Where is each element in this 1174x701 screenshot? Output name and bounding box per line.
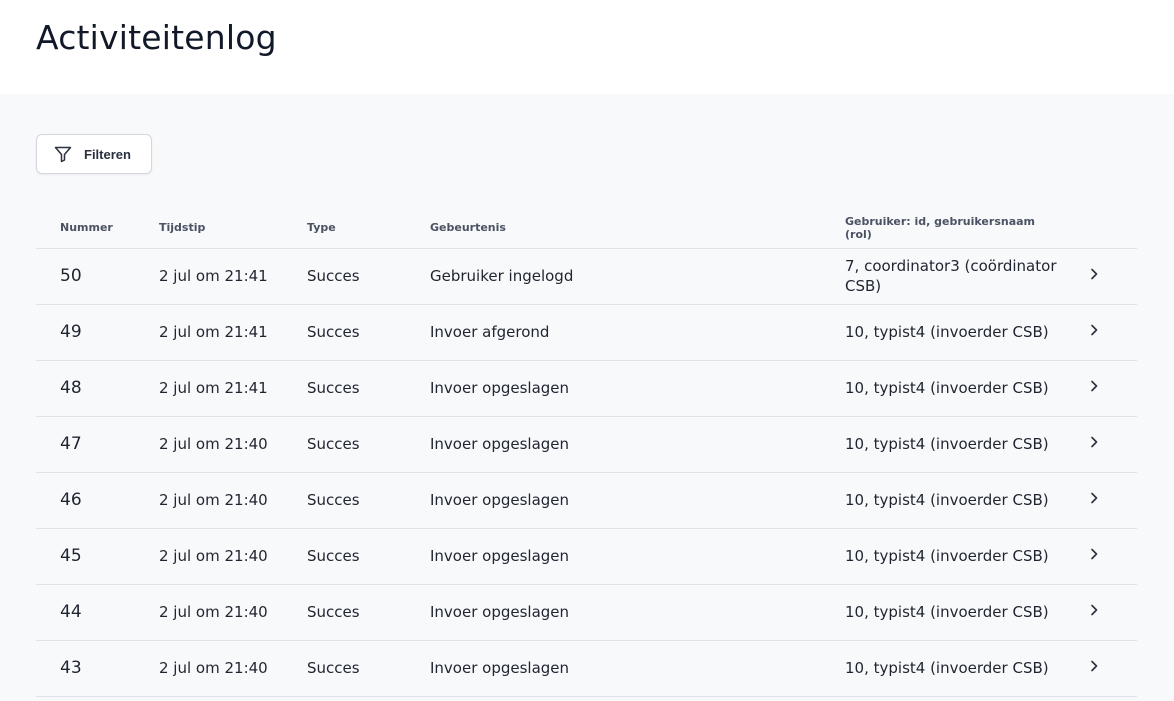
cell-open-details[interactable]: [1081, 584, 1137, 640]
cell-nummer: 45: [60, 546, 82, 566]
cell-gebeurtenis: Invoer opgeslagen: [430, 603, 570, 621]
cell-gebeurtenis: Invoer opgeslagen: [430, 491, 570, 509]
table-row[interactable]: 45 2 jul om 21:40 Succes Invoer opgeslag…: [36, 528, 1137, 584]
cell-open-details[interactable]: [1081, 640, 1137, 696]
table-header-row: Nummer Tijdstip Type Gebeurtenis Gebruik…: [36, 208, 1137, 249]
cell-gebeurtenis: Invoer opgeslagen: [430, 435, 570, 453]
table-row[interactable]: 50 2 jul om 21:41 Succes Gebruiker ingel…: [36, 248, 1137, 304]
cell-open-details[interactable]: [1081, 528, 1137, 584]
cell-open-details[interactable]: [1081, 472, 1137, 528]
table-row[interactable]: 48 2 jul om 21:41 Succes Invoer opgeslag…: [36, 360, 1137, 416]
page-header: Activiteitenlog: [0, 0, 1174, 94]
cell-tijdstip: 2 jul om 21:40: [159, 603, 268, 621]
cell-gebruiker: 10, typist4 (invoerder CSB): [845, 491, 1049, 509]
filter-label: Filteren: [84, 146, 131, 162]
filter-button[interactable]: Filteren: [36, 134, 152, 174]
cell-tijdstip: 2 jul om 21:40: [159, 659, 268, 677]
chevron-right-icon[interactable]: [1086, 658, 1102, 674]
activity-log-content: Filteren Nummer Tijdstip Type Gebeurteni…: [0, 94, 1174, 701]
column-header-type: Type: [307, 208, 430, 249]
cell-tijdstip: 2 jul om 21:41: [159, 379, 268, 397]
chevron-right-icon[interactable]: [1086, 602, 1102, 618]
cell-open-details[interactable]: [1081, 360, 1137, 416]
cell-open-details[interactable]: [1081, 416, 1137, 472]
cell-nummer: 49: [60, 322, 82, 342]
cell-gebruiker: 7, coordinator3 (coördinator CSB): [845, 257, 1057, 295]
page-title: Activiteitenlog: [36, 18, 277, 57]
cell-tijdstip: 2 jul om 21:41: [159, 267, 268, 285]
chevron-right-icon[interactable]: [1086, 378, 1102, 394]
cell-open-details[interactable]: [1081, 304, 1137, 360]
cell-nummer: 44: [60, 602, 82, 622]
cell-tijdstip: 2 jul om 21:40: [159, 491, 268, 509]
cell-tijdstip: 2 jul om 21:41: [159, 323, 268, 341]
cell-gebeurtenis: Invoer afgerond: [430, 323, 550, 341]
chevron-right-icon[interactable]: [1086, 322, 1102, 338]
cell-type: Succes: [307, 547, 360, 565]
column-header-nummer: Nummer: [36, 208, 159, 249]
cell-nummer: 43: [60, 658, 82, 678]
filter-icon: [53, 144, 73, 164]
cell-open-details[interactable]: [1081, 248, 1137, 304]
cell-nummer: 47: [60, 434, 82, 454]
cell-tijdstip: 2 jul om 21:40: [159, 435, 268, 453]
cell-tijdstip: 2 jul om 21:40: [159, 547, 268, 565]
cell-nummer: 50: [60, 266, 82, 286]
activity-log-table: Nummer Tijdstip Type Gebeurtenis Gebruik…: [36, 208, 1137, 697]
chevron-right-icon[interactable]: [1086, 266, 1102, 282]
cell-type: Succes: [307, 603, 360, 621]
table-row[interactable]: 49 2 jul om 21:41 Succes Invoer afgerond…: [36, 304, 1137, 360]
cell-gebeurtenis: Gebruiker ingelogd: [430, 267, 574, 285]
cell-nummer: 48: [60, 378, 82, 398]
cell-type: Succes: [307, 323, 360, 341]
cell-gebruiker: 10, typist4 (invoerder CSB): [845, 547, 1049, 565]
cell-type: Succes: [307, 267, 360, 285]
cell-gebeurtenis: Invoer opgeslagen: [430, 379, 570, 397]
cell-gebruiker: 10, typist4 (invoerder CSB): [845, 603, 1049, 621]
cell-gebruiker: 10, typist4 (invoerder CSB): [845, 323, 1049, 341]
table-header: Nummer Tijdstip Type Gebeurtenis Gebruik…: [36, 208, 1137, 249]
cell-gebeurtenis: Invoer opgeslagen: [430, 547, 570, 565]
cell-gebruiker: 10, typist4 (invoerder CSB): [845, 659, 1049, 677]
cell-nummer: 46: [60, 490, 82, 510]
column-header-gebruiker: Gebruiker: id, gebruikersnaam (rol): [845, 208, 1081, 249]
chevron-right-icon[interactable]: [1086, 490, 1102, 506]
column-header-actions: [1081, 208, 1137, 249]
cell-gebruiker: 10, typist4 (invoerder CSB): [845, 379, 1049, 397]
cell-gebruiker: 10, typist4 (invoerder CSB): [845, 435, 1049, 453]
cell-type: Succes: [307, 379, 360, 397]
chevron-right-icon[interactable]: [1086, 546, 1102, 562]
table-row[interactable]: 46 2 jul om 21:40 Succes Invoer opgeslag…: [36, 472, 1137, 528]
cell-type: Succes: [307, 659, 360, 677]
column-header-gebeurtenis: Gebeurtenis: [430, 208, 845, 249]
cell-type: Succes: [307, 491, 360, 509]
table-row[interactable]: 44 2 jul om 21:40 Succes Invoer opgeslag…: [36, 584, 1137, 640]
cell-gebeurtenis: Invoer opgeslagen: [430, 659, 570, 677]
table-body: 50 2 jul om 21:41 Succes Gebruiker ingel…: [36, 248, 1137, 696]
table-row[interactable]: 43 2 jul om 21:40 Succes Invoer opgeslag…: [36, 640, 1137, 696]
column-header-tijdstip: Tijdstip: [159, 208, 307, 249]
cell-type: Succes: [307, 435, 360, 453]
chevron-right-icon[interactable]: [1086, 434, 1102, 450]
table-row[interactable]: 47 2 jul om 21:40 Succes Invoer opgeslag…: [36, 416, 1137, 472]
